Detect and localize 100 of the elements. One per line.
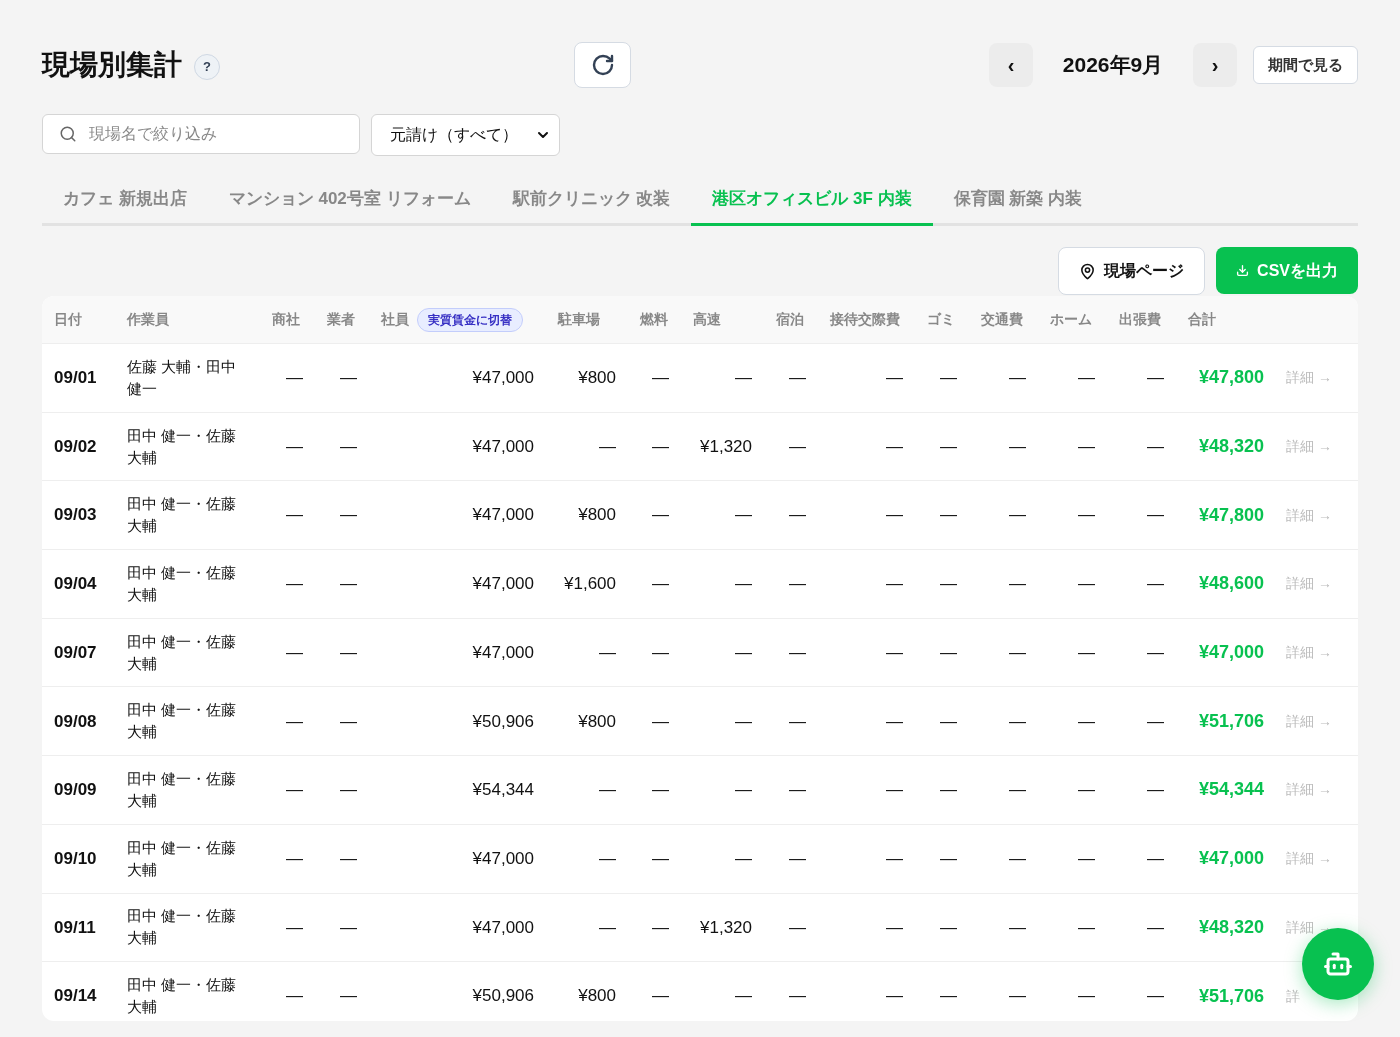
date-cell: 09/02 <box>54 436 97 456</box>
amount-cell-text: — <box>940 847 957 870</box>
amount-cell-text: — <box>789 916 806 939</box>
amount-cell-text: — <box>652 367 669 390</box>
amount-cell-text: — <box>1078 504 1095 527</box>
detail-link[interactable]: 詳細 → <box>1286 710 1332 732</box>
column-header: 交通費 <box>981 310 1023 329</box>
amount-cell-text: — <box>340 779 357 802</box>
amount-cell-text: — <box>340 916 357 939</box>
date-cell: 09/04 <box>54 574 97 594</box>
amount-cell-text: — <box>789 985 806 1008</box>
total-cell-text: ¥48,320 <box>1198 435 1264 459</box>
site-tab[interactable]: 港区オフィスビル 3F 内装 <box>691 174 933 226</box>
amount-cell-text: — <box>735 641 752 664</box>
site-tab[interactable]: 保育園 新築 内装 <box>932 174 1104 223</box>
detail-link[interactable]: 詳細 → <box>1286 367 1332 389</box>
amount-cell-text: — <box>789 710 806 733</box>
amount-cell-text: ¥800 <box>578 985 616 1008</box>
detail-link[interactable]: 詳細 → <box>1286 642 1332 664</box>
amount-cell-text: — <box>1078 641 1095 664</box>
amount-cell-text: — <box>1147 435 1164 458</box>
site-tab[interactable]: 駅前クリニック 改装 <box>491 174 692 223</box>
column-header: 作業員 <box>127 310 169 329</box>
column-header: 宿泊 <box>776 310 804 329</box>
amount-cell-text: ¥47,000 <box>472 847 534 870</box>
amount-cell-text: — <box>340 435 357 458</box>
detail-link[interactable]: 詳 <box>1286 985 1300 1007</box>
amount-cell-text: — <box>1078 779 1095 802</box>
column-header: ホーム <box>1050 310 1092 329</box>
amount-cell-text: — <box>286 779 303 802</box>
total-cell-text: ¥47,000 <box>1198 641 1264 665</box>
column-header: 高速 <box>693 310 721 329</box>
date-cell: 09/08 <box>54 711 97 731</box>
amount-cell-text: — <box>1009 367 1026 390</box>
site-page-button[interactable]: 現場ページ <box>1058 247 1206 295</box>
amount-cell-text: ¥47,000 <box>472 916 534 939</box>
amount-cell-text: — <box>340 847 357 870</box>
detail-link[interactable]: 詳細 → <box>1286 504 1332 526</box>
search-input[interactable]: 現場名で絞り込み <box>89 122 343 146</box>
amount-cell-text: — <box>1147 847 1164 870</box>
column-header: 駐車場 <box>558 310 600 329</box>
help-icon[interactable]: ? <box>194 54 220 80</box>
date-cell: 09/10 <box>54 848 97 868</box>
amount-cell-text: — <box>1078 710 1095 733</box>
period-view-button[interactable]: 期間で見る <box>1253 46 1358 84</box>
month-label: 2026年9月 <box>1061 52 1165 79</box>
amount-cell-text: — <box>1009 710 1026 733</box>
date-cell: 09/11 <box>54 917 96 937</box>
previous-month-button[interactable]: ‹ <box>989 43 1033 87</box>
worker-cell-text: 田中 健一・佐藤大輔 <box>127 768 238 811</box>
amount-cell-text: ¥1,320 <box>700 435 752 458</box>
amount-cell-text: — <box>1009 435 1026 458</box>
detail-link[interactable]: 詳細 → <box>1286 779 1332 801</box>
amount-cell-text: — <box>1147 779 1164 802</box>
amount-cell-text: — <box>940 779 957 802</box>
amount-cell-text: — <box>940 435 957 458</box>
download-icon <box>1236 264 1250 277</box>
detail-link[interactable]: 詳細 → <box>1286 436 1332 458</box>
amount-cell-text: — <box>652 710 669 733</box>
amount-cell-text: — <box>940 710 957 733</box>
amount-cell-text: — <box>735 985 752 1008</box>
detail-link[interactable]: 詳細 → <box>1286 573 1332 595</box>
amount-cell-text: — <box>789 641 806 664</box>
amount-cell-text: — <box>789 779 806 802</box>
contractor-select[interactable]: 元請け（すべて） <box>371 114 560 156</box>
amount-cell-text: — <box>286 504 303 527</box>
refresh-button[interactable] <box>574 42 631 88</box>
csv-export-button[interactable]: CSVを出力 <box>1216 247 1358 294</box>
amount-cell-text: ¥800 <box>578 367 616 390</box>
total-cell-text: ¥54,344 <box>1198 778 1264 802</box>
amount-cell-text: — <box>789 847 806 870</box>
real-wage-toggle[interactable]: 実質賃金に切替 <box>417 307 523 332</box>
amount-cell-text: — <box>1147 573 1164 596</box>
amount-cell-text: ¥800 <box>578 504 616 527</box>
site-tab[interactable]: マンション 402号室 リフォーム <box>207 174 492 223</box>
column-header: 接待交際費 <box>830 310 900 329</box>
amount-cell-text: — <box>1009 641 1026 664</box>
amount-cell-text: ¥47,000 <box>472 504 534 527</box>
amount-cell-text: — <box>286 367 303 390</box>
amount-cell-text: — <box>735 710 752 733</box>
worker-cell-text: 田中 健一・佐藤大輔 <box>127 906 238 949</box>
amount-cell-text: — <box>789 573 806 596</box>
total-cell-text: ¥47,000 <box>1198 847 1264 871</box>
site-tab[interactable]: カフェ 新規出店 <box>42 174 208 223</box>
amount-cell-text: — <box>886 847 903 870</box>
amount-cell-text: — <box>652 504 669 527</box>
next-month-button[interactable]: › <box>1193 43 1237 87</box>
detail-link[interactable]: 詳細 → <box>1286 848 1332 870</box>
column-header: 商社 <box>272 310 300 329</box>
amount-cell-text: — <box>286 435 303 458</box>
amount-cell-text: — <box>886 916 903 939</box>
worker-cell-text: 田中 健一・佐藤大輔 <box>127 425 238 468</box>
amount-cell-text: — <box>1009 847 1026 870</box>
amount-cell-text: — <box>340 641 357 664</box>
amount-cell-text: — <box>735 573 752 596</box>
amount-cell-text: — <box>940 504 957 527</box>
amount-cell-text: — <box>1147 916 1164 939</box>
amount-cell-text: — <box>789 504 806 527</box>
search-field[interactable]: 現場名で絞り込み <box>42 114 360 154</box>
amount-cell-text: — <box>599 847 616 870</box>
